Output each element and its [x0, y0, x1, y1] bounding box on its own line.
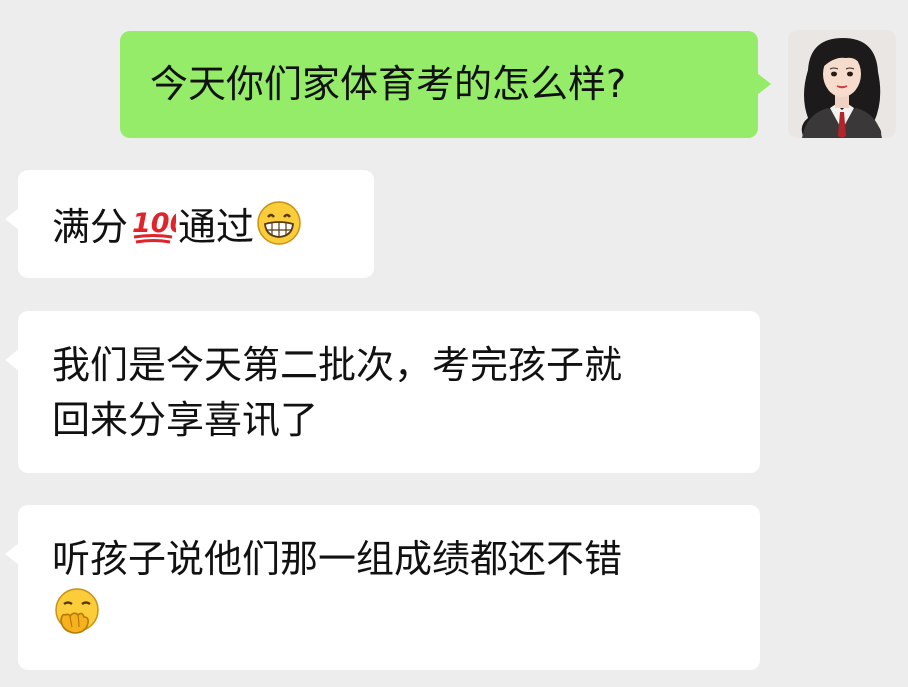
grinning-face-icon: [256, 200, 302, 263]
woman-portrait-avatar-icon: [788, 30, 896, 138]
message-text: 通过: [178, 205, 255, 249]
message-text-line: 我们是今天第二批次，考完孩子就: [52, 343, 623, 387]
message-text-line: 回来分享喜讯了: [52, 398, 319, 442]
incoming-message-bubble[interactable]: 满分 100 通过: [5, 170, 374, 278]
outgoing-message-text: 今天你们家体育考的怎么样?: [150, 62, 627, 106]
incoming-message-bubble[interactable]: 听孩子说他们那一组成绩都还不错: [5, 505, 760, 670]
incoming-message-bubble[interactable]: 我们是今天第二批次，考完孩子就 回来分享喜讯了: [5, 311, 760, 473]
user-avatar[interactable]: [788, 30, 896, 138]
hundred-points-icon: 100: [130, 203, 188, 263]
face-with-hand-over-mouth-icon: [52, 587, 740, 652]
chat-window: 今天你们家体育考的怎么样? 满分 10 通过 我们是今天第二批次，考完孩子就 回…: [0, 0, 908, 687]
message-text: 满分: [52, 205, 129, 249]
message-text-line: 听孩子说他们那一组成绩都还不错: [52, 537, 623, 581]
outgoing-message-bubble[interactable]: 今天你们家体育考的怎么样?: [120, 31, 771, 138]
